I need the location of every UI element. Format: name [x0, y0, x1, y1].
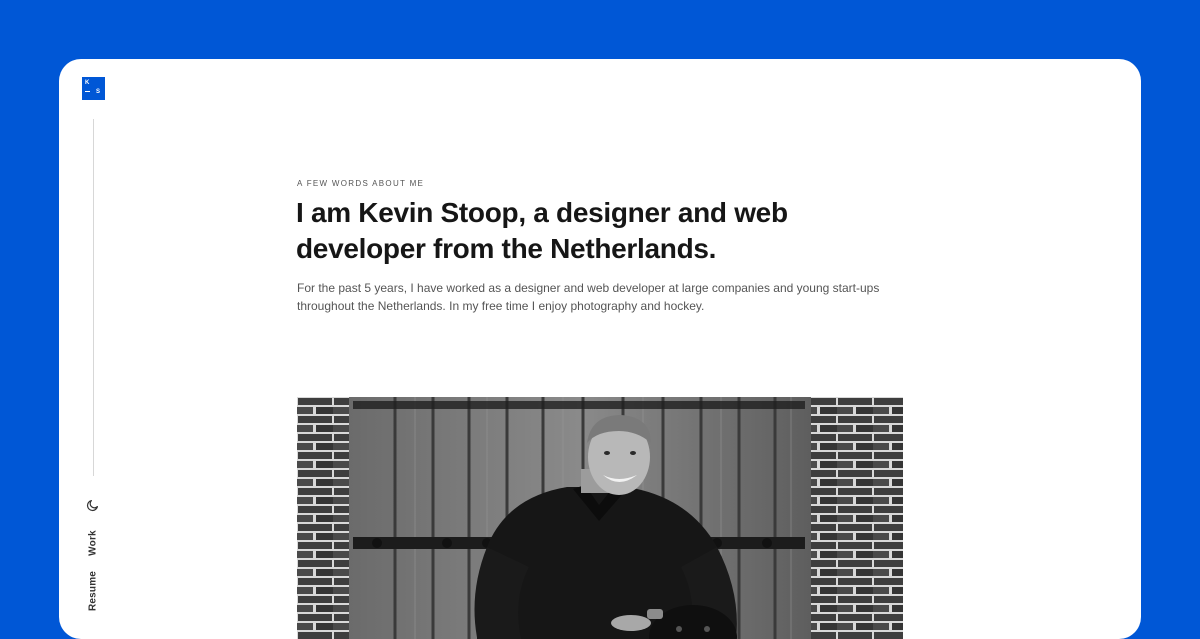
- logo-letter-s: S: [96, 89, 101, 95]
- portrait-photo: [297, 397, 903, 639]
- nav-resume[interactable]: Resume: [86, 571, 100, 611]
- portrait-photo-illustration: [297, 397, 903, 639]
- nav-work-label: Work: [87, 530, 99, 556]
- logo[interactable]: K S: [82, 77, 105, 100]
- moon-icon-svg: [86, 500, 98, 512]
- page-title: I am Kevin Stoop, a designer and web dev…: [296, 197, 788, 264]
- nav-resume-label: Resume: [87, 570, 99, 612]
- moon-icon[interactable]: [86, 498, 100, 512]
- logo-letter-k: K: [85, 80, 90, 86]
- nav-work[interactable]: Work: [86, 523, 100, 563]
- logo-dash: [85, 91, 90, 92]
- intro-paragraph: For the past 5 years, I have worked as a…: [297, 281, 880, 313]
- section-eyebrow: A FEW WORDS ABOUT ME: [297, 179, 425, 188]
- sidebar-divider: [93, 119, 94, 476]
- page-card: K S Work Resume A FEW WORDS ABOUT ME I a…: [59, 59, 1141, 639]
